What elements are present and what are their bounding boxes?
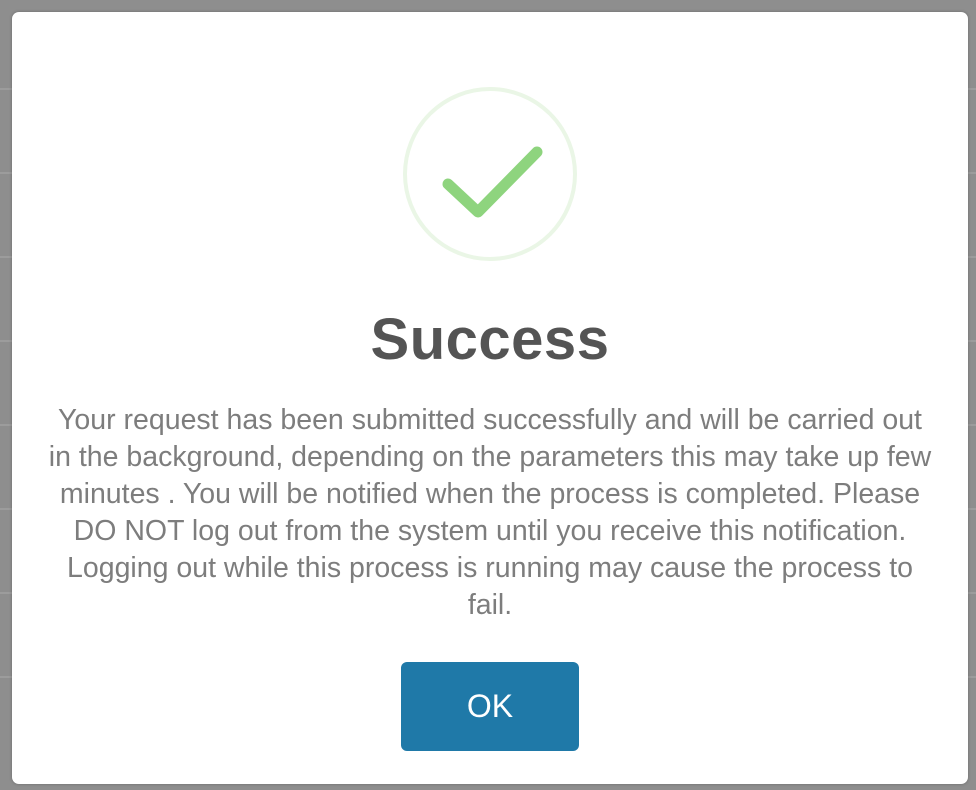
success-dialog: Success Your request has been submitted … <box>12 12 968 784</box>
dialog-message: Your request has been submitted successf… <box>48 404 932 621</box>
ok-button[interactable]: OK <box>401 662 579 751</box>
dialog-title: Success <box>370 307 610 372</box>
success-checkmark-icon <box>402 86 578 262</box>
